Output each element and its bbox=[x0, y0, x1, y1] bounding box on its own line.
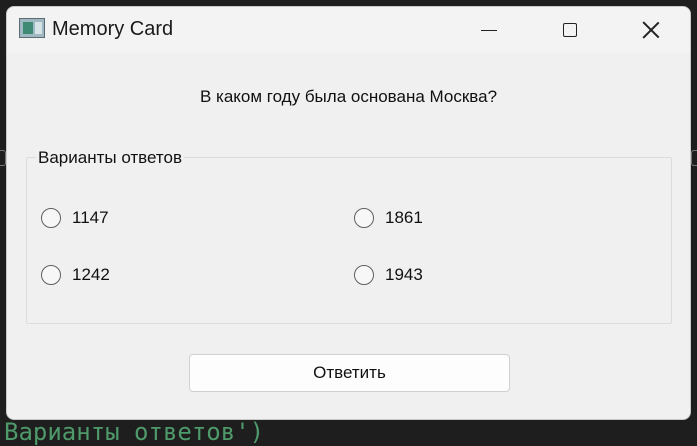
answer-label: 1147 bbox=[72, 208, 109, 227]
window-title: Memory Card bbox=[52, 18, 174, 40]
answers-group-title: Варианты ответов bbox=[36, 148, 184, 168]
radio-button[interactable] bbox=[354, 208, 374, 228]
radio-button[interactable] bbox=[41, 208, 61, 228]
close-button[interactable] bbox=[611, 7, 690, 53]
answer-label: 1943 bbox=[385, 265, 423, 284]
answer-option-2[interactable]: 1861 bbox=[354, 208, 423, 228]
minimize-icon bbox=[481, 29, 497, 31]
answer-option-4[interactable]: 1943 bbox=[354, 265, 423, 285]
submit-answer-button[interactable]: Ответить bbox=[189, 354, 510, 392]
background-window-edge bbox=[691, 150, 697, 166]
answer-option-3[interactable]: 1242 bbox=[41, 265, 110, 285]
answer-label: 1861 bbox=[385, 208, 423, 227]
answer-label: 1242 bbox=[72, 265, 110, 284]
answers-groupbox bbox=[26, 157, 672, 324]
maximize-button[interactable] bbox=[530, 7, 610, 53]
question-label: В каком году была основана Москва? bbox=[199, 87, 498, 106]
title-bar[interactable]: Memory Card bbox=[7, 7, 690, 53]
radio-button[interactable] bbox=[354, 265, 374, 285]
maximize-icon bbox=[563, 23, 577, 37]
memory-card-window: Memory Card В каком году была основана М… bbox=[6, 6, 691, 420]
minimize-button[interactable] bbox=[449, 7, 529, 53]
background-code-text: Варианты ответов') bbox=[4, 418, 265, 446]
app-icon bbox=[19, 18, 45, 38]
close-icon bbox=[642, 21, 660, 39]
radio-button[interactable] bbox=[41, 265, 61, 285]
answer-option-1[interactable]: 1147 bbox=[41, 208, 109, 228]
